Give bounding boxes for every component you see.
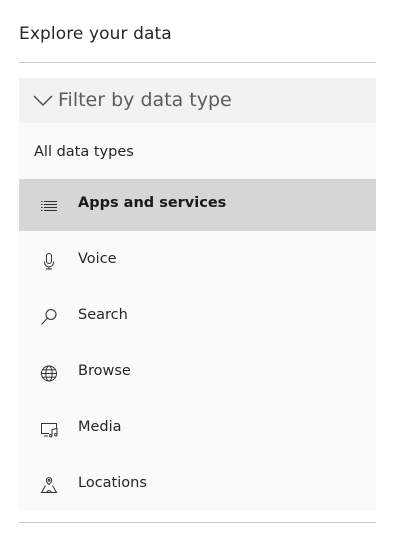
search-icon	[41, 308, 57, 325]
data-type-label: Locations	[78, 475, 147, 491]
globe-icon	[41, 365, 57, 382]
all-data-types-option[interactable]: All data types	[34, 144, 134, 160]
data-type-item-locations[interactable]: Locations	[19, 459, 376, 511]
data-type-item-media[interactable]: Media	[19, 403, 376, 455]
data-type-label: Media	[78, 419, 122, 435]
data-type-item-voice[interactable]: Voice	[19, 235, 376, 287]
bottom-divider	[19, 522, 376, 523]
top-divider	[19, 62, 376, 63]
explore-panel: Explore your data Filter by data type Al…	[0, 0, 412, 550]
chevron-down-icon	[33, 95, 53, 106]
location-icon	[40, 477, 58, 493]
data-type-list: All data types Apps and services Voice S…	[19, 123, 376, 511]
data-type-item-search[interactable]: Search	[19, 291, 376, 343]
list-icon	[41, 201, 57, 211]
filter-dropdown-header[interactable]: Filter by data type	[19, 78, 376, 123]
microphone-icon	[44, 253, 54, 270]
data-type-label: Search	[78, 307, 128, 323]
data-type-item-apps-and-services[interactable]: Apps and services	[19, 179, 376, 231]
data-type-label: Apps and services	[78, 195, 227, 211]
data-type-label: Voice	[78, 251, 117, 267]
filter-label: Filter by data type	[58, 89, 232, 111]
media-icon	[41, 423, 58, 438]
panel-heading: Explore your data	[19, 24, 172, 44]
data-type-item-browse[interactable]: Browse	[19, 347, 376, 399]
data-type-label: Browse	[78, 363, 131, 379]
